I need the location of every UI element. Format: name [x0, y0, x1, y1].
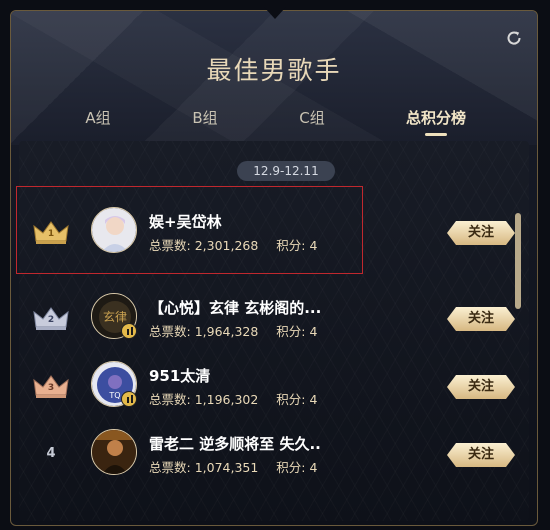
follow-button[interactable]: 关注 [447, 307, 515, 331]
tab-a-group[interactable]: A组 [53, 107, 143, 128]
score-value: 4 [309, 324, 318, 339]
votes-label: 总票数: [149, 460, 191, 475]
rank-number: 4 [46, 446, 56, 461]
rank-indicator: 4 [31, 439, 71, 469]
live-badge-icon [121, 323, 137, 339]
score-label: 积分: [276, 392, 306, 407]
ranking-row-2: 2 玄律 【心悦】玄律 玄彬阁的... 总票数: 1,964,328 积分: 4… [19, 287, 529, 349]
tab-b-group[interactable]: B组 [160, 107, 250, 128]
score-value: 4 [309, 460, 318, 475]
ranking-row-4: 4 雷老二 逆多顺将至 失久.. 总票数: 1,074,351 积分: 4 关注 [19, 423, 529, 485]
tab-c-group[interactable]: C组 [267, 107, 357, 128]
refresh-icon[interactable] [505, 29, 523, 47]
singer-name[interactable]: 951太清 [149, 365, 349, 386]
avatar[interactable] [91, 429, 137, 475]
bronze-crown-icon: 3 [31, 371, 71, 401]
rank-indicator: 2 [31, 303, 71, 333]
follow-button[interactable]: 关注 [447, 443, 515, 467]
singer-name[interactable]: 【心悦】玄律 玄彬阁的... [149, 297, 349, 318]
votes-label: 总票数: [149, 324, 191, 339]
singer-stats: 总票数: 1,196,302 积分: 4 [149, 389, 317, 408]
tab-label: A组 [85, 109, 111, 127]
svg-text:TQ: TQ [108, 391, 120, 400]
page-title: 最佳男歌手 [206, 56, 342, 85]
svg-text:玄律: 玄律 [103, 309, 127, 324]
score-label: 积分: [276, 460, 306, 475]
singer-name[interactable]: 雷老二 逆多顺将至 失久.. [149, 433, 349, 454]
tab-total-score[interactable]: 总积分榜 [391, 107, 481, 136]
rank-indicator: 3 [31, 371, 71, 401]
rank-number: 3 [47, 383, 55, 393]
silver-crown-icon: 2 [31, 303, 71, 333]
ranking-row-3: 3 TQ 951太清 总票数: 1,196,302 积分: 4 关注 [19, 355, 529, 417]
date-range-badge: 12.9-12.11 [237, 161, 335, 181]
active-tab-indicator [425, 133, 447, 136]
live-badge-icon [121, 391, 137, 407]
singer-stats: 总票数: 1,964,328 积分: 4 [149, 321, 317, 340]
tab-label: 总积分榜 [405, 109, 466, 127]
votes-value: 1,964,328 [194, 324, 259, 339]
votes-label: 总票数: [149, 392, 191, 407]
tab-bar: A组 B组 C组 总积分榜 [11, 107, 537, 143]
selection-highlight [16, 186, 363, 274]
votes-value: 1,074,351 [194, 460, 259, 475]
votes-value: 1,196,302 [194, 392, 259, 407]
score-value: 4 [309, 392, 318, 407]
follow-button[interactable]: 关注 [447, 375, 515, 399]
singer-stats: 总票数: 1,074,351 积分: 4 [149, 457, 317, 476]
rank-number: 2 [47, 315, 55, 325]
follow-button[interactable]: 关注 [447, 221, 515, 245]
score-label: 积分: [276, 324, 306, 339]
tab-label: B组 [192, 109, 218, 127]
tab-label: C组 [299, 109, 325, 127]
